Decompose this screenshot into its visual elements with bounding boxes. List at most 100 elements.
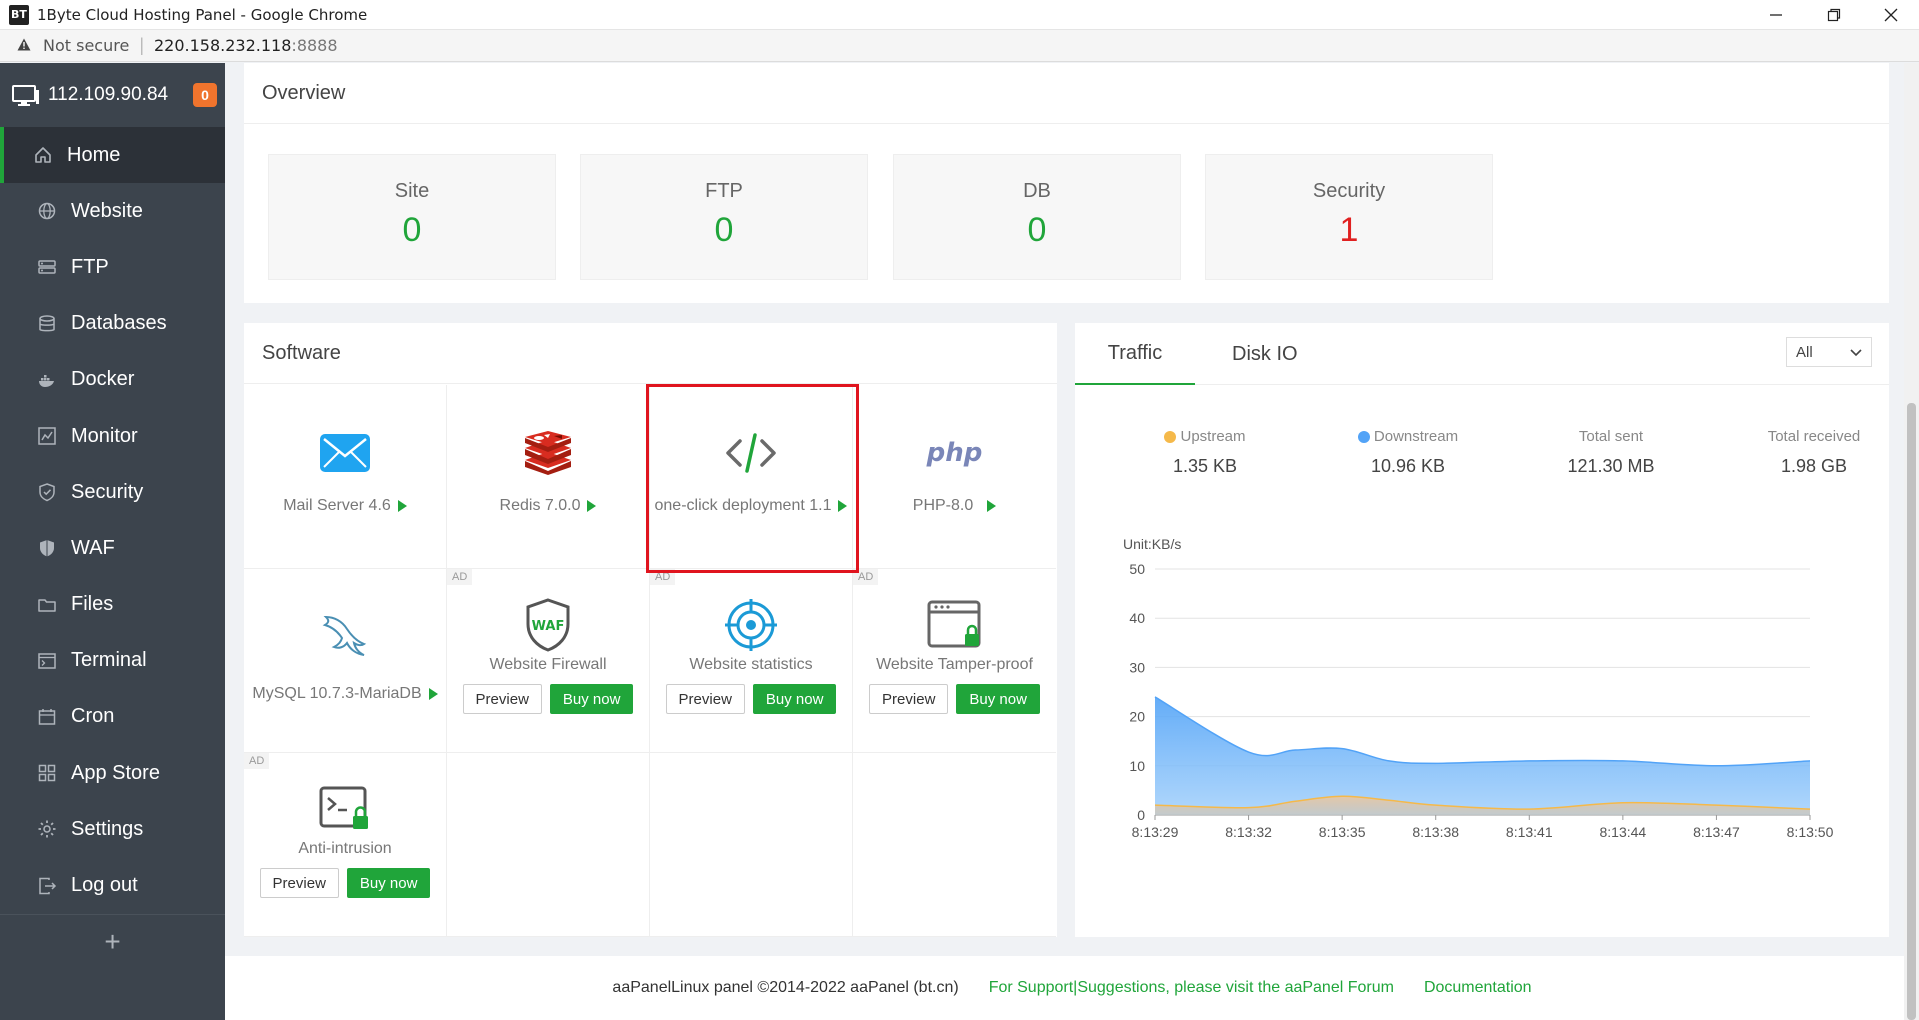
overview-card: Overview Site 0 FTP 0 DB 0 Security 1 [244,63,1889,303]
range-select[interactable]: All [1786,337,1872,367]
chart-ytick-label: 0 [1137,807,1145,823]
add-icon[interactable]: + [0,913,225,970]
sidebar: 112.109.90.84 0 Home Website FTP Databases D… [0,63,225,1020]
stat-value: 0 [1027,211,1047,249]
metric-upstream: Upstream 1.35 KB [1115,428,1295,477]
security-status[interactable]: Not secure [43,36,129,55]
calendar-icon [37,707,57,727]
play-icon [428,688,438,700]
address-bar[interactable]: Not secure | 220.158.232.118:8888 [0,30,1919,62]
chart-xtick-label: 8:13:29 [1132,824,1179,840]
sidebar-item-website[interactable]: Website [0,183,225,239]
sidebar-item-terminal[interactable]: Terminal [0,633,225,689]
terminal-icon [37,651,57,671]
software-item-mysql[interactable]: MySQL 10.7.3-MariaDB [244,569,447,753]
monitor-chart-icon [37,426,57,446]
sidebar-item-cron[interactable]: Cron [0,689,225,745]
buy-now-button[interactable]: Buy now [752,684,837,714]
tab-traffic[interactable]: Traffic [1075,323,1195,385]
ad-item-tamper-proof: AD Website Tamper-proof Preview Buy now [853,569,1056,753]
metric-downstream: Downstream 10.96 KB [1318,428,1498,477]
shield-icon [37,482,57,502]
sidebar-item-settings[interactable]: Settings [0,801,225,857]
select-value: All [1796,343,1813,361]
stat-label: Site [394,180,430,202]
stat-value: 1 [1339,211,1359,249]
mail-icon [244,425,446,481]
minimize-icon[interactable] [1753,0,1799,30]
sidebar-item-label: Docker [71,368,135,391]
sidebar-item-waf[interactable]: WAF [0,520,225,576]
software-item-redis[interactable]: Redis 7.0.0 [447,385,650,569]
tab-disk-io[interactable]: Disk IO [1232,323,1298,385]
php-icon: php [926,438,983,468]
metric-value: 10.96 KB [1370,456,1446,476]
sidebar-item-label: Log out [71,874,138,897]
buy-now-button[interactable]: Buy now [549,684,634,714]
software-item-php[interactable]: php PHP-8.0 [853,385,1056,569]
software-item-mail[interactable]: Mail Server 4.6 [244,385,447,569]
chart-ytick-label: 30 [1129,659,1145,675]
buy-now-button[interactable]: Buy now [956,684,1040,714]
page-scrollbar[interactable] [1904,63,1919,1020]
stat-security[interactable]: Security 1 [1205,154,1493,280]
highlight-box [646,384,859,573]
preview-button[interactable]: Preview [259,868,339,898]
empty-cell [650,753,853,937]
server-ip: 112.109.90.84 [48,84,169,105]
software-name: Mail Server 4.6 [283,497,407,515]
play-icon [587,500,597,512]
globe-icon [37,201,57,221]
sidebar-item-log-out[interactable]: Log out [0,857,225,913]
sidebar-item-label: App Store [71,761,160,784]
url-text[interactable]: 220.158.232.118:8888 [154,36,338,55]
chart-xtick-label: 8:13:38 [1412,824,1459,840]
logout-icon [37,876,57,896]
target-icon [650,597,852,653]
sidebar-item-home[interactable]: Home [0,127,225,184]
play-icon [987,500,997,512]
ad-item-statistics: AD Website statistics Preview Buy now [650,569,853,753]
sidebar-item-ftp[interactable]: FTP [0,239,225,295]
sidebar-item-app-store[interactable]: App Store [0,745,225,801]
preview-button[interactable]: Preview [869,684,949,714]
buy-now-button[interactable]: Buy now [346,868,431,898]
home-icon [33,145,53,165]
metric-total-sent: Total sent 121.30 MB [1521,428,1701,477]
scrollbar-thumb[interactable] [1907,403,1916,1020]
sidebar-item-files[interactable]: Files [0,577,225,633]
sidebar-item-label: FTP [71,255,109,278]
traffic-card: Traffic Disk IO All Upstream 1.35 KB Dow… [1075,323,1889,937]
traffic-chart[interactable]: Unit:KB/s 0 10 20 30 40 50 8:13:29 8:13:32 8:13:3… [1075,513,1889,873]
traffic-tabs: Traffic Disk IO All [1075,323,1889,385]
sidebar-item-security[interactable]: Security [0,464,225,520]
close-icon[interactable] [1868,0,1914,30]
window-title: 1Byte Cloud Hosting Panel - Google Chrom… [37,5,368,24]
maximize-icon[interactable] [1811,0,1857,30]
chart-ytick-label: 10 [1129,758,1145,774]
chart-ytick-label: 20 [1129,709,1145,725]
gear-icon [37,819,57,839]
waf-shield-icon [37,538,57,558]
preview-button[interactable]: Preview [665,684,745,714]
chart-ylabel: Unit:KB/s [1123,536,1181,552]
stat-db[interactable]: DB 0 [893,154,1181,280]
warning-triangle-icon [17,38,31,54]
sidebar-item-label: Cron [71,705,115,728]
sidebar-item-label: WAF [71,536,115,559]
sidebar-item-docker[interactable]: Docker [0,352,225,408]
forum-link[interactable]: For Support|Suggestions, please visit th… [989,979,1394,997]
preview-button[interactable]: Preview [462,684,542,714]
sidebar-item-monitor[interactable]: Monitor [0,408,225,464]
notification-badge[interactable]: 0 [193,83,217,107]
svg-text:WAF: WAF [532,619,565,634]
software-name: Website Firewall [489,656,607,673]
terminal-lock-icon [244,781,446,837]
stat-ftp[interactable]: FTP 0 [580,154,868,280]
stat-site[interactable]: Site 0 [268,154,556,280]
documentation-link[interactable]: Documentation [1424,979,1532,997]
server-info[interactable]: 112.109.90.84 0 [0,63,225,127]
chart-area-downstream [1155,696,1810,815]
overview-title: Overview [244,63,1889,124]
sidebar-item-databases[interactable]: Databases [0,296,225,352]
